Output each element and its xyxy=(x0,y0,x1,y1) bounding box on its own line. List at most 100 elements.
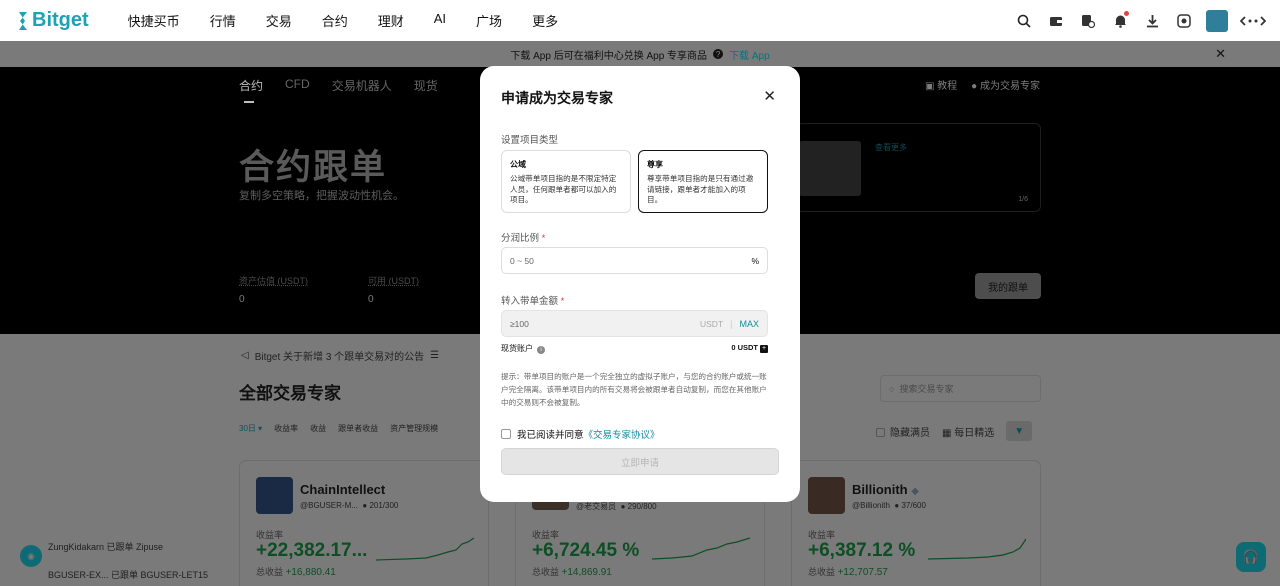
transfer-amount-field: USDT | MAX xyxy=(501,310,768,337)
tab-trading-bot[interactable]: 交易机器人 xyxy=(332,77,392,94)
search-placeholder: 搜索交易专家 xyxy=(899,384,954,394)
transfer-amount-input[interactable] xyxy=(510,318,700,329)
asset-label: 可用 (USDT) xyxy=(368,276,419,286)
daily-pick-toggle[interactable]: ▦ 每日精选 xyxy=(942,424,994,439)
profit-share-field: % xyxy=(501,247,768,274)
nav-item-trade[interactable]: 交易 xyxy=(251,11,307,30)
percent-unit: % xyxy=(751,255,759,266)
list-icon[interactable]: ☰ xyxy=(430,350,439,361)
trader-card[interactable]: ChainIntellect @BGUSER-M... ● 201/300 收益… xyxy=(239,460,489,586)
help-icon[interactable]: ? xyxy=(713,49,724,59)
daily-pick-label: 每日精选 xyxy=(954,427,995,439)
promo-carousel[interactable]: 查看更多 1/6 xyxy=(796,123,1041,212)
promo-image xyxy=(799,141,861,196)
sort-return-rate[interactable]: 收益率 xyxy=(274,423,298,434)
trader-followers: 37/600 xyxy=(901,501,926,510)
agreement-checkbox[interactable] xyxy=(501,429,511,439)
support-headset-icon[interactable]: 🎧 xyxy=(1236,542,1266,572)
bell-icon[interactable] xyxy=(1110,10,1130,31)
agreement-row: 我已阅读并同意《交易专家协议》 xyxy=(501,427,660,441)
total-profit-label: 总收益 xyxy=(532,567,560,577)
connect-icon[interactable] xyxy=(1240,11,1266,31)
asset-available: 可用 (USDT) 0 xyxy=(368,274,497,305)
trader-card[interactable]: Billionith ◆ @Billionith ● 37/600 收益率 +6… xyxy=(791,460,1041,586)
banner-text: 下载 App 后可在福利中心兑换 App 专享商品 xyxy=(510,50,708,62)
close-icon[interactable]: ✕ xyxy=(763,87,776,105)
usdt-unit: USDT xyxy=(700,318,724,329)
return-value: +6,387.12 % xyxy=(808,540,916,561)
promo-more-link[interactable]: 查看更多 xyxy=(875,142,907,153)
trader-handle: @Billionith ● 37/600 xyxy=(852,501,926,510)
add-funds-icon[interactable]: + xyxy=(760,344,768,353)
hide-full-checkbox[interactable] xyxy=(876,428,885,438)
bitget-logo-icon xyxy=(19,11,27,30)
period-label: 30日 xyxy=(239,424,256,433)
nav-item-earn[interactable]: 理财 xyxy=(363,11,419,30)
profit-share-text: 分润比例 xyxy=(501,233,540,244)
sort-profit[interactable]: 收益 xyxy=(310,423,326,434)
profit-share-input[interactable] xyxy=(510,255,752,266)
tab-spot[interactable]: 现货 xyxy=(414,77,438,94)
submit-application-button[interactable]: 立即申请 xyxy=(501,448,779,475)
followers-icon: ● xyxy=(362,501,368,510)
asset-label: 资产估值 (USDT) xyxy=(239,276,308,286)
max-button[interactable]: MAX xyxy=(739,319,759,329)
total-profit-value: +14,869.91 xyxy=(561,567,612,578)
banner-close-icon[interactable]: ✕ xyxy=(1215,46,1226,62)
agreement-text: 我已阅读并同意《交易专家协议》 xyxy=(517,427,660,441)
tab-cfd[interactable]: CFD xyxy=(285,77,310,94)
total-profit: 总收益 +16,880.41 xyxy=(256,565,336,578)
followers-icon: ● xyxy=(620,502,626,511)
nav-item-futures[interactable]: 合约 xyxy=(307,11,363,30)
sort-aum[interactable]: 资产管理规模 xyxy=(390,423,438,434)
page-title: 合约跟单 xyxy=(239,148,388,187)
filter-icon[interactable]: ▼ xyxy=(1006,421,1033,441)
nav-right-tools xyxy=(1014,0,1266,41)
search-icon[interactable] xyxy=(1014,11,1034,31)
globe-icon[interactable] xyxy=(1174,11,1194,31)
orders-icon[interactable] xyxy=(1078,11,1098,31)
sort-follower-profit[interactable]: 跟单者收益 xyxy=(338,423,378,434)
agreement-link[interactable]: 《交易专家协议》 xyxy=(584,430,660,441)
profit-share-label: 分润比例 * xyxy=(501,230,545,244)
total-profit-label: 总收益 xyxy=(808,567,836,577)
announcement[interactable]: ◁ Bitget 关于新增 3 个跟单交易对的公告 ☰ xyxy=(241,348,439,363)
option-desc: 公域带单项目指的是不限定特定人员，任何跟单者都可以加入的项目。 xyxy=(510,174,617,204)
megaphone-icon: ◁ xyxy=(241,350,249,361)
filter-options: 隐藏满员 ▦ 每日精选 ▼ xyxy=(876,421,1033,441)
nav-item-markets[interactable]: 行情 xyxy=(195,11,251,30)
option-title: 尊享 xyxy=(647,160,663,169)
become-expert-link[interactable]: ● 成为交易专家 xyxy=(971,77,1040,92)
total-profit: 总收益 +12,707.57 xyxy=(808,565,888,578)
hide-full-toggle[interactable]: 隐藏满员 xyxy=(876,424,930,439)
transfer-amount-text: 转入带单金额 xyxy=(501,296,559,307)
spot-balance-value: 0 USDT xyxy=(731,343,758,352)
diamond-badge-icon: ◆ xyxy=(911,486,919,497)
main-nav: 快捷买币 行情 交易 合约 理财 AI 广场 更多 xyxy=(113,11,573,30)
nav-item-ai[interactable]: AI xyxy=(419,11,461,30)
wallet-icon[interactable] xyxy=(1046,11,1066,31)
nav-item-more[interactable]: 更多 xyxy=(517,11,573,30)
expert-search[interactable]: ○ 搜索交易专家 xyxy=(880,375,1041,402)
info-icon[interactable]: i xyxy=(537,346,545,354)
trader-name: Billionith ◆ xyxy=(852,482,919,497)
trader-avatar xyxy=(256,477,293,514)
my-copy-trading-button[interactable]: 我的跟单 xyxy=(975,273,1041,299)
project-type-private[interactable]: 尊享 尊享带单项目指的是只有通过邀请链接，跟单者才能加入的项目。 xyxy=(638,150,768,213)
avatar[interactable] xyxy=(1206,9,1228,32)
bitget-logo[interactable]: Bitget xyxy=(14,9,89,32)
spot-balance: 0 USDT + xyxy=(731,343,768,354)
project-type-public[interactable]: 公域 公域带单项目指的是不限定特定人员，任何跟单者都可以加入的项目。 xyxy=(501,150,631,213)
chat-icon[interactable]: ◉ xyxy=(20,545,42,567)
nav-item-quick-buy[interactable]: 快捷买币 xyxy=(113,11,195,30)
tab-futures[interactable]: 合约 xyxy=(239,77,263,103)
return-sparkline xyxy=(652,537,750,560)
agreement-label: 我已阅读并同意 xyxy=(517,430,584,441)
hide-full-label: 隐藏满员 xyxy=(890,427,930,439)
banner-download-link[interactable]: 下载 App xyxy=(729,47,770,62)
announcement-text: Bitget 关于新增 3 个跟单交易对的公告 xyxy=(254,352,425,363)
tutorial-link[interactable]: ▣ 教程 xyxy=(925,77,957,92)
nav-item-square[interactable]: 广场 xyxy=(461,11,517,30)
period-dropdown[interactable]: 30日 ▾ xyxy=(239,423,262,434)
download-icon[interactable] xyxy=(1142,11,1162,31)
